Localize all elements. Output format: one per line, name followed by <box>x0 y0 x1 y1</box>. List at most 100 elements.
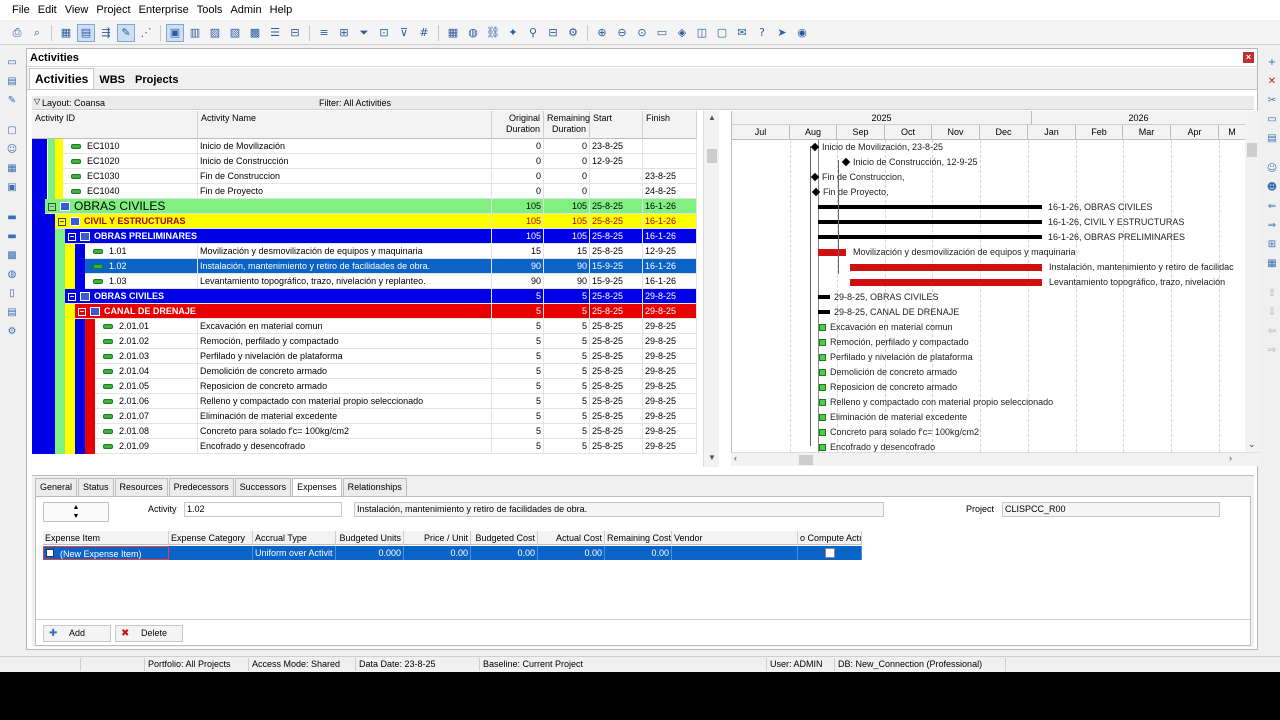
chevron-down-icon[interactable]: ▼ <box>704 453 720 462</box>
table-row[interactable]: 1.03 Levantamiento topográfico, trazo, ni… <box>32 274 697 289</box>
cell-activity-id[interactable]: 1.01 <box>85 244 198 259</box>
detail-icon[interactable]: ☰ <box>266 24 284 42</box>
eps-icon[interactable]: ▢ <box>4 122 20 138</box>
tab-relationships[interactable]: Relationships <box>342 478 407 496</box>
gantt-vertical-scrollbar[interactable]: ⌄ <box>1245 111 1259 452</box>
table-row[interactable]: − OBRAS CIVILES 5 5 25-8-25 29-8-25 <box>32 289 697 304</box>
table-row[interactable]: 2.01.07 Eliminación de material excedente… <box>32 409 697 424</box>
move-down-icon[interactable]: ⇩ <box>1264 304 1280 320</box>
cell-activity-id[interactable]: EC1030 <box>63 169 198 184</box>
link-icon[interactable]: ⛓ <box>484 24 502 42</box>
bars-icon[interactable]: ▤ <box>77 23 95 42</box>
user-icon[interactable]: ☺ <box>4 141 20 157</box>
activity-table-icon[interactable]: ▣ <box>166 23 184 42</box>
col-expense-8[interactable]: Vendor <box>672 531 798 545</box>
activity-bar[interactable] <box>819 429 826 436</box>
assign-icon[interactable]: ✎ <box>117 23 135 42</box>
collapse-icon[interactable]: − <box>78 307 86 316</box>
tracking-icon[interactable]: ◍ <box>4 266 20 282</box>
paste-icon[interactable]: ▤ <box>1264 130 1280 146</box>
tab-predecessors[interactable]: Predecessors <box>168 478 234 496</box>
menu-admin[interactable]: Admin <box>226 4 265 16</box>
chevron-up-icon[interactable]: ▲ <box>704 113 720 122</box>
assign-successor-icon[interactable]: ⇒ <box>1264 217 1280 233</box>
cell-activity-id[interactable]: − CANAL DE DRENAJE <box>75 304 492 319</box>
delete-button[interactable]: ✖ Delete <box>115 625 183 642</box>
table-row[interactable]: − OBRAS CIVILES 105 105 25-8-25 16-1-26 <box>32 199 697 214</box>
activity-bar[interactable] <box>819 354 826 361</box>
cell-activity-id[interactable]: 2.01.09 <box>95 439 198 454</box>
summary-bar[interactable] <box>818 310 830 314</box>
grid-vertical-scrollbar[interactable]: ▲ ▼ <box>703 111 719 467</box>
table-row[interactable]: EC1010 Inicio de Movilización 0 0 23-8-25 <box>32 139 697 154</box>
tab-general[interactable]: General <box>35 478 78 496</box>
cell-activity-id[interactable]: EC1010 <box>63 139 198 154</box>
cell-expense-6[interactable]: 0.00 <box>538 546 605 560</box>
resources-icon[interactable]: ▩ <box>4 247 20 263</box>
table-row[interactable]: 2.01.08 Concreto para solado f'c= 100kg/c… <box>32 424 697 439</box>
bars-layout-icon[interactable]: ⊡ <box>375 24 393 42</box>
comment-icon[interactable]: ✉ <box>733 24 751 42</box>
table-row[interactable]: EC1030 Fin de Construccion 0 0 23-8-25 <box>32 169 697 184</box>
tab-successors[interactable]: Successors <box>234 478 292 496</box>
collapse-icon[interactable]: ◈ <box>673 24 691 42</box>
tab-activities[interactable]: Activities <box>29 68 95 89</box>
group-sort-icon[interactable]: ≡ <box>315 24 333 42</box>
move-up-icon[interactable]: ⇧ <box>1264 285 1280 301</box>
cut-icon[interactable]: ✂ <box>1264 92 1280 108</box>
table-row[interactable]: 2.01.05 Reposicion de concreto armado 5 5 25… <box>32 379 697 394</box>
cell-expense-8[interactable] <box>672 546 798 560</box>
cell-activity-id[interactable]: EC1020 <box>63 154 198 169</box>
activity-bar[interactable] <box>818 249 846 256</box>
cell-expense-5[interactable]: 0.00 <box>471 546 538 560</box>
activity-bar[interactable] <box>819 399 826 406</box>
activity-bar[interactable] <box>819 324 826 331</box>
col-start[interactable]: Start <box>590 111 643 139</box>
table-row[interactable]: EC1020 Inicio de Construcción 0 0 12-9-25 <box>32 154 697 169</box>
usage-icon[interactable]: ▧ <box>226 24 244 42</box>
col-expense-1[interactable]: Expense Category <box>169 531 253 545</box>
split-icon[interactable]: ◫ <box>693 24 711 42</box>
table-row[interactable]: 2.01.01 Excavación en material comun 5 5 25-… <box>32 319 697 334</box>
scroll-thumb[interactable] <box>1247 143 1257 157</box>
cell-activity-id[interactable]: − OBRAS CIVILES <box>65 289 492 304</box>
zoom-fit-icon[interactable]: ⊙ <box>633 24 651 42</box>
activity-bar[interactable] <box>850 279 1042 286</box>
table-row[interactable]: − OBRAS PRELIMINARES 105 105 25-8-25 16-1-26 <box>32 229 697 244</box>
delete-icon[interactable]: ✕ <box>1264 73 1280 89</box>
table-row[interactable]: 1.01 Movilización y desmovilización de eq… <box>32 244 697 259</box>
hash-icon[interactable]: # <box>415 24 433 42</box>
cell-activity-id[interactable]: − CIVIL Y ESTRUCTURAS <box>55 214 492 229</box>
activity-bar[interactable] <box>819 384 826 391</box>
tab-resources[interactable]: Resources <box>114 478 168 496</box>
menu-help[interactable]: Help <box>266 4 297 16</box>
add-button[interactable]: ✚ Add <box>43 625 111 642</box>
activity-id-field[interactable]: 1.02 <box>184 502 342 517</box>
wbs-icon[interactable]: ▬ <box>4 209 20 225</box>
col-expense-0[interactable]: Expense Item <box>43 531 169 545</box>
filter-funnel-icon[interactable]: ⊽ <box>395 24 413 42</box>
collapse-icon[interactable]: − <box>58 217 66 226</box>
cell-activity-id[interactable]: 2.01.08 <box>95 424 198 439</box>
col-activity-id[interactable]: Activity ID <box>32 111 198 139</box>
col-original-duration[interactable]: Original Duration <box>492 111 544 139</box>
menu-tools[interactable]: Tools <box>193 4 227 16</box>
layout-label[interactable]: Layout: Coansa <box>42 98 105 108</box>
col-finish[interactable]: Finish <box>643 111 697 139</box>
copy-icon[interactable]: ▭ <box>1264 111 1280 127</box>
cell-expense-4[interactable]: 0.00 <box>404 546 471 560</box>
move-right-icon[interactable]: ⇨ <box>1264 342 1280 358</box>
tab-wbs[interactable]: WBS <box>94 71 130 89</box>
print-icon[interactable]: ⎙ <box>8 24 26 42</box>
add-icon[interactable]: + <box>1264 54 1280 70</box>
col-expense-3[interactable]: Budgeted Units <box>336 531 404 545</box>
open-icon[interactable]: ▤ <box>4 73 20 89</box>
progress-icon[interactable]: ✦ <box>504 24 522 42</box>
settings-icon[interactable]: ⚙ <box>564 24 582 42</box>
summary-bar[interactable] <box>818 295 830 299</box>
gantt-horizontal-scrollbar[interactable]: ‹ › <box>731 452 1259 466</box>
activity-bar[interactable] <box>819 414 826 421</box>
table-row[interactable]: 2.01.06 Relleno y compactado con material… <box>32 394 697 409</box>
issues-icon[interactable]: ⚙ <box>4 323 20 339</box>
close-icon[interactable]: × <box>1243 52 1254 63</box>
